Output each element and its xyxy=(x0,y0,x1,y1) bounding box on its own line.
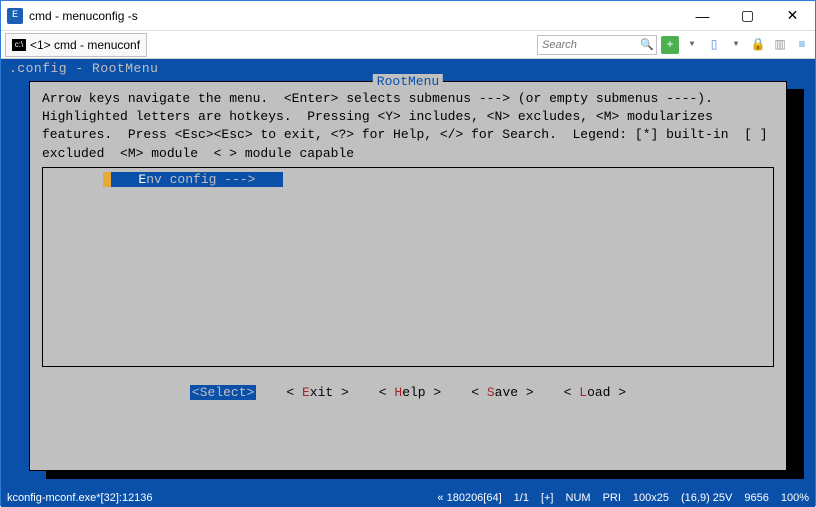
status-pri: PRI xyxy=(603,492,621,504)
app-icon: E xyxy=(7,8,23,24)
menu-item-env-config[interactable]: Env config ---> xyxy=(103,172,283,187)
selection-marker xyxy=(103,172,111,187)
search-icon: 🔍 xyxy=(640,38,654,52)
status-zoom: 100% xyxy=(781,492,809,504)
tab-label: <1> cmd - menuconf xyxy=(30,38,140,52)
terminal-icon: c:\ xyxy=(12,39,26,51)
dropdown-icon[interactable]: ▼ xyxy=(683,36,701,54)
save-button[interactable]: < Save > xyxy=(471,385,533,400)
search-wrap: 🔍 xyxy=(537,35,657,55)
maximize-button[interactable]: ▢ xyxy=(725,1,770,31)
tabbar-tools: 🔍 + ▼ ▯ ▼ 🔒 ▥ ≡ xyxy=(537,35,811,55)
dropdown2-icon[interactable]: ▼ xyxy=(727,36,745,54)
menu-item-label: Env config ---> xyxy=(111,172,283,187)
status-pid: 9656 xyxy=(744,492,768,504)
statusbar: kconfig-mconf.exe*[32]:12136 « 180206[64… xyxy=(1,489,815,507)
status-num: NUM xyxy=(566,492,591,504)
select-button[interactable]: <Select> xyxy=(190,385,256,400)
status-encoding: « 180206[64] xyxy=(437,492,501,504)
status-process: kconfig-mconf.exe*[32]:12136 xyxy=(7,492,425,504)
load-button[interactable]: < Load > xyxy=(564,385,626,400)
tabbar: c:\ <1> cmd - menuconf 🔍 + ▼ ▯ ▼ 🔒 ▥ ≡ xyxy=(1,31,815,59)
terminal-area: .config - RootMenu RootMenu Arrow keys n… xyxy=(1,59,815,489)
close-button[interactable]: ✕ xyxy=(770,1,815,31)
button-row: <Select> < Exit > < Help > < Save > < Lo… xyxy=(30,367,786,418)
search-input[interactable] xyxy=(537,35,657,55)
minimize-button[interactable]: — xyxy=(680,1,725,31)
help-button[interactable]: < Help > xyxy=(379,385,441,400)
menu-dialog: RootMenu Arrow keys navigate the menu. <… xyxy=(29,81,787,471)
status-cursor: (16,9) 25V xyxy=(681,492,732,504)
exit-button[interactable]: < Exit > xyxy=(286,385,348,400)
status-pos: 1/1 xyxy=(514,492,529,504)
menu-icon[interactable]: ≡ xyxy=(793,36,811,54)
titlebar: E cmd - menuconfig -s — ▢ ✕ xyxy=(1,1,815,31)
help-text: Arrow keys navigate the menu. <Enter> se… xyxy=(30,82,786,167)
dialog-title: RootMenu xyxy=(373,74,443,89)
tab-cmd[interactable]: c:\ <1> cmd - menuconf xyxy=(5,33,147,57)
window-controls: — ▢ ✕ xyxy=(680,1,815,31)
status-size: 100x25 xyxy=(633,492,669,504)
lock-icon[interactable]: 🔒 xyxy=(749,36,767,54)
window-title: cmd - menuconfig -s xyxy=(29,9,680,23)
status-mode: [+] xyxy=(541,492,554,504)
add-button[interactable]: + xyxy=(661,36,679,54)
menu-list: Env config ---> xyxy=(42,167,774,367)
panel-icon[interactable]: ▯ xyxy=(705,36,723,54)
grid-icon[interactable]: ▥ xyxy=(771,36,789,54)
